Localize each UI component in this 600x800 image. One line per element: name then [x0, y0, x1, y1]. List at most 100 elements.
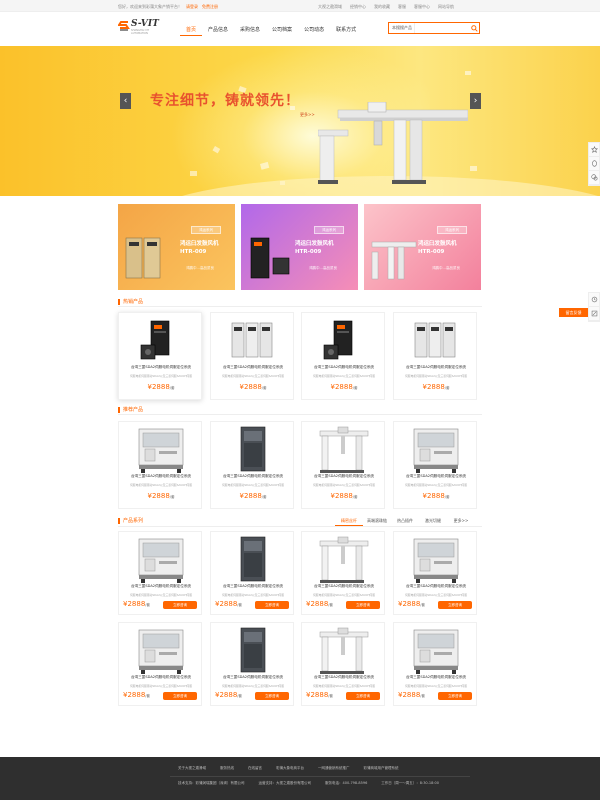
side-contact-button[interactable] — [589, 157, 599, 171]
logo-subtext: SHANGHAI VIT AUTOMATION — [131, 29, 150, 35]
product-card[interactable]: 台湾三菱SDA2伺服电机伺服定位系统 伺服电机伺服驱动SDA2以及三菱伺服SAVO… — [393, 622, 477, 706]
series-tab-more[interactable]: 更多>> — [447, 517, 475, 526]
search-button[interactable] — [470, 23, 479, 33]
consult-button[interactable]: 立即咨询 — [346, 601, 380, 609]
footer-link[interactable]: 服务热线 — [220, 766, 234, 771]
product-name: 台湾三菱SDA2伺服电机伺服定位系统 — [405, 365, 467, 369]
product-card[interactable]: 台湾三菱SDA2伺服电机伺服定位系统 伺服电机伺服驱动SDA2以及三菱伺服SAVO… — [301, 421, 385, 509]
search-input[interactable] — [414, 23, 470, 33]
topbar-link[interactable]: 客服 — [398, 4, 406, 10]
product-price: ¥2888/套 — [147, 383, 175, 391]
product-card[interactable]: 台湾三菱SDA2伺服电机伺服定位系统 伺服电机伺服驱动SDA2以及三菱伺服SAVO… — [301, 312, 385, 400]
side-clock-button[interactable] — [589, 293, 599, 307]
feedback-button[interactable]: 留言反馈 — [559, 308, 588, 317]
product-card[interactable]: 台湾三菱SDA2伺服电机伺服定位系统 伺服电机伺服驱动SDA2以及三菱伺服SAVO… — [118, 312, 202, 400]
product-card[interactable]: 台湾三菱SDA2伺服电机伺服定位系统 伺服电机伺服驱动SDA2以及三菱伺服SAVO… — [393, 531, 477, 615]
product-card[interactable]: 台湾三菱SDA2伺服电机伺服定位系统 伺服电机伺服驱动SDA2以及三菱伺服SAVO… — [210, 531, 294, 615]
consult-button[interactable]: 立即咨询 — [255, 692, 289, 700]
promo-title: 鸿运臼发鼓风机 HTR-009 — [180, 241, 219, 255]
product-card[interactable]: 台湾三菱SDA2伺服电机伺服定位系统 伺服电机伺服驱动SDA2以及三菱伺服SAVO… — [301, 531, 385, 615]
promo-subtitle: 鸿鹏中…高品质良 — [432, 266, 460, 270]
side-qrcode-button[interactable] — [589, 171, 599, 185]
banner-slogan: 专注细节，铸就领先！ — [150, 93, 300, 109]
side-toolbar-lower — [588, 292, 600, 322]
star-icon — [590, 146, 598, 153]
series-tab[interactable]: 高端滚珠链 — [363, 517, 391, 526]
weixin-icon — [590, 174, 597, 181]
product-card[interactable]: 台湾三菱SDA2伺服电机伺服定位系统 伺服电机伺服驱动SDA2以及三菱伺服SAVO… — [118, 622, 202, 706]
product-card[interactable]: 台湾三菱SDA2伺服电机伺服定位系统 伺服电机伺服驱动SDA2以及三菱伺服SAVO… — [210, 421, 294, 509]
topbar-link[interactable]: 经销中心 — [350, 4, 366, 10]
side-edit-button[interactable] — [589, 307, 599, 321]
consult-button[interactable]: 立即咨询 — [438, 692, 472, 700]
product-image — [211, 532, 295, 587]
product-card[interactable]: 台湾三菱SDA2伺服电机伺服定位系统 伺服电机伺服驱动SDA2以及三菱伺服SAVO… — [393, 421, 477, 509]
clock-icon — [591, 296, 597, 303]
side-favorite-button[interactable] — [589, 143, 599, 157]
topbar-link[interactable]: 大视之遨滑域 — [318, 4, 342, 10]
product-card[interactable]: 台湾三菱SDA2伺服电机伺服定位系统 伺服电机伺服驱动SDA2以及三菱伺服SAVO… — [118, 531, 202, 615]
product-image — [302, 422, 386, 477]
banner-more-link[interactable]: 更多>> — [300, 112, 315, 118]
product-name: 台湾三菱SDA2伺服电机伺服定位系统 — [130, 365, 192, 369]
footer-link[interactable]: 彩蒲商城用户管理系统 — [364, 766, 399, 771]
search-scope-select[interactable]: 本搜搜产品 — [389, 23, 415, 33]
product-card[interactable]: 台湾三菱SDA2伺服电机伺服定位系统 伺服电机伺服驱动SDA2以及三菱伺服SAVO… — [393, 312, 477, 400]
series-tabs: 精密丝杆 高端滚珠链 热凸插件 激光切缝 更多>> — [335, 517, 475, 526]
product-card[interactable]: 台湾三菱SDA2伺服电机伺服定位系统 伺服电机伺服驱动SDA2以及三菱伺服SAVO… — [210, 312, 294, 400]
product-name: 台湾三菱SDA2伺服电机伺服定位系统 — [313, 365, 375, 369]
product-image — [302, 313, 386, 368]
series-tab[interactable]: 激光切缝 — [419, 517, 447, 526]
section-divider — [118, 414, 482, 415]
product-image — [211, 623, 295, 678]
promo-card[interactable]: 鸿运系列 鸿运臼发鼓风机 HTR-009 鸿鹏中…高品质良 — [241, 204, 358, 290]
consult-button[interactable]: 立即咨询 — [163, 601, 197, 609]
nav-item-home[interactable]: 首页 — [180, 26, 203, 36]
promo-tag: 鸿运系列 — [314, 226, 344, 234]
consult-button[interactable]: 立即咨询 — [163, 692, 197, 700]
promo-product-image — [125, 237, 161, 279]
product-desc: 伺服电机伺服驱动SDA2以及三菱伺服SAVOH伺服 — [404, 684, 468, 688]
nav-item-products[interactable]: 产品信息 — [202, 26, 234, 36]
product-image — [119, 623, 203, 678]
consult-button[interactable]: 立即咨询 — [346, 692, 380, 700]
consult-button[interactable]: 立即咨询 — [255, 601, 289, 609]
consult-button[interactable]: 立即咨询 — [438, 601, 472, 609]
nav-item-contact[interactable]: 联系方式 — [330, 26, 362, 36]
topbar-link[interactable]: 网站导航 — [438, 4, 454, 10]
logo[interactable]: S-VIT SHANGHAI VIT AUTOMATION — [118, 18, 166, 35]
banner-prev-button[interactable]: ‹ — [120, 93, 131, 109]
banner-decoration — [182, 71, 598, 196]
nav-item-news[interactable]: 公司动态 — [298, 26, 330, 36]
footer: 关于大视之遨滑域 服务热线 在线留言 彩蒲大象电商平台 一网通营销系统推广 彩蒲… — [0, 757, 600, 800]
series-tab[interactable]: 精密丝杆 — [335, 517, 363, 526]
product-price: ¥2888/套 — [422, 383, 450, 391]
login-link[interactable]: 请登录 — [186, 4, 198, 9]
register-link[interactable]: 免费注册 — [202, 4, 218, 9]
product-name: 台湾三菱SDA2伺服电机伺服定位系统 — [313, 675, 375, 679]
footer-link[interactable]: 彩蒲大象电商平台 — [276, 766, 304, 771]
product-card[interactable]: 台湾三菱SDA2伺服电机伺服定位系统 伺服电机伺服驱动SDA2以及三菱伺服SAVO… — [210, 622, 294, 706]
banner-next-button[interactable]: › — [470, 93, 481, 109]
section-title-recommend: 推荐产品 — [118, 406, 143, 413]
nav-item-company[interactable]: 公司档案 — [266, 26, 298, 36]
topbar-link[interactable]: 我的收藏 — [374, 4, 390, 10]
product-card[interactable]: 台湾三菱SDA2伺服电机伺服定位系统 伺服电机伺服驱动SDA2以及三菱伺服SAVO… — [118, 421, 202, 509]
promo-tag: 鸿运系列 — [437, 226, 467, 234]
qq-icon — [591, 160, 597, 167]
nav-item-purchase[interactable]: 采购信息 — [234, 26, 266, 36]
series-tab[interactable]: 热凸插件 — [391, 517, 419, 526]
promo-card[interactable]: 鸿运系列 鸿运臼发鼓风机 HTR-009 鸿鹏中…高品质良 — [364, 204, 481, 290]
footer-link[interactable]: 在线留言 — [248, 766, 262, 771]
product-image — [394, 532, 478, 587]
product-card[interactable]: 台湾三菱SDA2伺服电机伺服定位系统 伺服电机伺服驱动SDA2以及三菱伺服SAVO… — [301, 622, 385, 706]
footer-text: 技术支持：彩蒲润瑞集团（深圳）有限公司 — [178, 781, 245, 785]
promo-card[interactable]: 鸿运系列 鸿运臼发鼓风机 HTR-009 鸿鹏中…高品质良 — [118, 204, 235, 290]
product-desc: 伺服电机伺服驱动SDA2以及三菱伺服SAVOH伺服 — [312, 684, 376, 688]
footer-link[interactable]: 关于大视之遨滑域 — [178, 766, 206, 771]
product-desc: 伺服电机伺服驱动SDA2以及三菱伺服SAVOH伺服 — [221, 374, 285, 378]
footer-link[interactable]: 一网通营销系统推广 — [318, 766, 350, 771]
product-image — [119, 532, 203, 587]
topbar-link[interactable]: 客服中心 — [414, 4, 430, 10]
promo-title: 鸿运臼发鼓风机 HTR-009 — [418, 241, 457, 255]
